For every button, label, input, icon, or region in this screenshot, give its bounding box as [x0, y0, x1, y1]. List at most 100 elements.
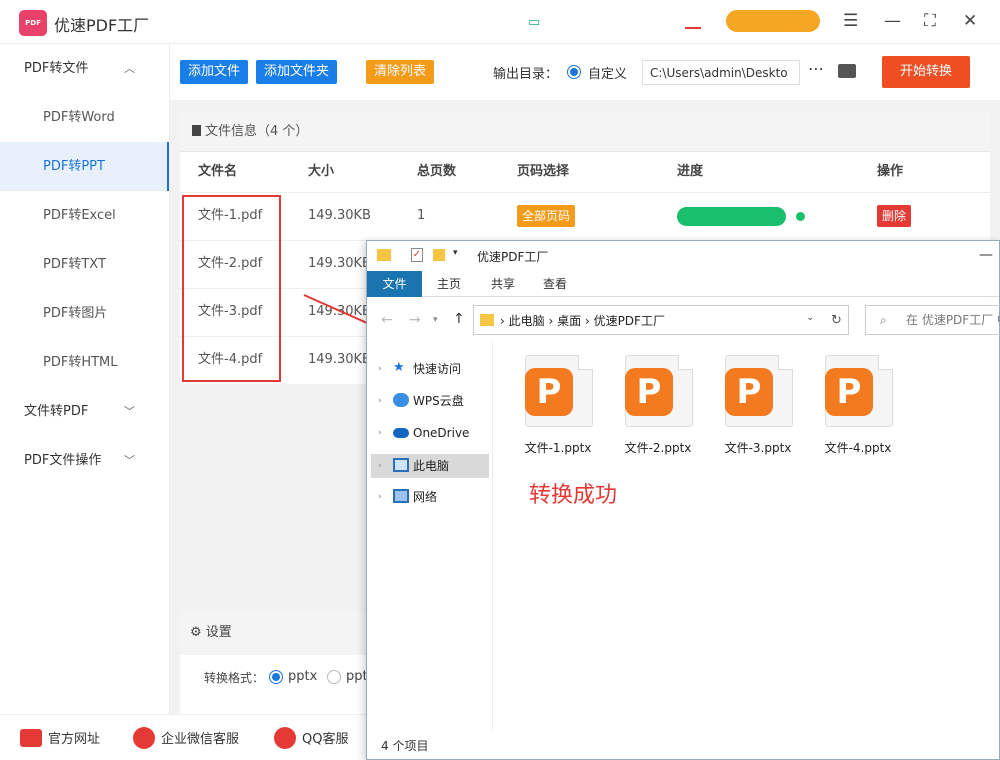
properties-icon[interactable]: ✓ [411, 248, 423, 262]
sidebar-item-pdf-to-excel[interactable]: PDF转Excel [0, 191, 169, 240]
wechat-support-link[interactable]: 企业微信客服 [161, 728, 239, 747]
custom-dir-label: 自定义 [588, 67, 628, 82]
quick-access-dropdown-icon[interactable]: ▾ [453, 248, 458, 258]
nav-arrow-icon: › [548, 314, 558, 328]
network-icon [393, 489, 409, 503]
add-file-button[interactable]: 添加文件 [180, 60, 249, 84]
format-radio-ppt[interactable] [327, 670, 341, 684]
nav-arrow-icon: › [584, 314, 594, 328]
explorer-title-bar: ✓ ▾ 优速PDF工厂 — [367, 241, 999, 271]
add-folder-button[interactable]: 添加文件夹 [256, 60, 338, 84]
file-size: 149.30KB [308, 208, 371, 223]
sidebar-item-pdf-to-image[interactable]: PDF转图片 [0, 289, 169, 338]
star-icon: ★ [393, 360, 405, 375]
delete-button[interactable]: 删除 [877, 205, 912, 227]
sidebar-item-pdf-to-html[interactable]: PDF转HTML [0, 338, 169, 387]
settings-panel: ⚙ 设置 转换格式： pptx ppt [180, 611, 370, 714]
nav-arrow-icon: › [500, 314, 509, 328]
search-input[interactable]: ⌕ 在 优速PDF工厂 中 [865, 305, 1000, 335]
expand-arrow-icon: › [378, 428, 382, 438]
col-header-name: 文件名 [198, 164, 238, 179]
folder-icon[interactable] [838, 64, 856, 78]
vip-icon[interactable]: ▭ [528, 13, 540, 33]
col-header-action: 操作 [877, 164, 904, 179]
sidebar-group-pdf-operations[interactable]: PDF文件操作 ﹀ [0, 436, 169, 485]
address-dropdown-icon[interactable]: ⌄ [806, 312, 814, 323]
file-item[interactable]: P 文件-3.pptx [713, 353, 803, 463]
folder-icon [377, 249, 391, 261]
refresh-icon[interactable]: ↻ [825, 305, 849, 335]
explorer-minimize-icon[interactable]: — [979, 247, 993, 263]
nav-this-pc[interactable]: › 此电脑 [371, 454, 489, 478]
sidebar-item-pdf-to-word[interactable]: PDF转Word [0, 93, 169, 142]
breadcrumb-this-pc[interactable]: 此电脑 [509, 314, 545, 328]
nav-quick-access[interactable]: › ★ 快速访问 [371, 357, 489, 381]
file-name: 文件-2.pptx [624, 441, 692, 455]
clear-list-button[interactable]: 清除列表 [366, 60, 435, 84]
chevron-down-icon: ﹀ [124, 405, 135, 418]
nav-network[interactable]: › 网络 [371, 485, 489, 509]
check-icon [796, 212, 805, 221]
file-item[interactable]: P 文件-1.pptx [513, 353, 603, 463]
tab-file[interactable]: 文件 [367, 271, 422, 297]
maximize-icon[interactable]: ⛶ [924, 11, 936, 31]
file-name: 文件-1.pptx [524, 441, 592, 455]
start-convert-button[interactable]: 开始转换 [882, 56, 970, 88]
format-radio-pptx[interactable] [269, 670, 283, 684]
qq-support-link[interactable]: QQ客服 [302, 728, 348, 747]
ppt-logo-icon: P [725, 368, 773, 416]
page-count: 1 [417, 208, 426, 223]
more-icon[interactable]: ⋯ [808, 59, 824, 78]
format-option-ppt: ppt [346, 669, 368, 684]
tab-home[interactable]: 主页 [427, 271, 471, 297]
output-path-input[interactable] [642, 60, 800, 85]
col-header-progress: 进度 [677, 164, 704, 179]
tab-view[interactable]: 查看 [533, 271, 577, 297]
upgrade-pill[interactable] [726, 10, 820, 32]
toolbar: 添加文件 添加文件夹 清除列表 输出目录： 自定义 ⋯ 开始转换 [170, 44, 1000, 100]
expand-arrow-icon: › [378, 461, 382, 471]
settings-title: 设置 [205, 625, 232, 640]
sidebar-group-pdf-to-file[interactable]: PDF转文件 ︿ [0, 44, 169, 93]
wps-cloud-icon [393, 393, 409, 407]
pptx-file-icon: P [525, 355, 593, 427]
format-label: 转换格式： [204, 671, 265, 685]
qq-icon [274, 727, 296, 749]
sidebar-item-pdf-to-txt[interactable]: PDF转TXT [0, 240, 169, 289]
recent-locations-icon[interactable]: ▾ [433, 315, 438, 325]
nav-label: 网络 [413, 490, 438, 504]
pptx-file-icon: P [625, 355, 693, 427]
title-bar: PDF 优速PDF工厂 ▭ ☰ — ⛶ ✕ [0, 0, 1000, 44]
page-select-button[interactable]: 全部页码 [517, 205, 576, 227]
forward-arrow-icon[interactable]: → [409, 312, 421, 328]
website-link[interactable]: 官方网址 [48, 728, 100, 747]
file-item[interactable]: P 文件-4.pptx [813, 353, 903, 463]
new-folder-icon[interactable] [433, 249, 445, 261]
breadcrumb-desktop[interactable]: 桌面 [557, 314, 581, 328]
status-bar-count: 4 个项目 [381, 739, 429, 753]
breadcrumb-folder[interactable]: 优速PDF工厂 [594, 314, 665, 328]
nav-onedrive[interactable]: › OneDrive [371, 421, 489, 445]
table-row[interactable]: 文件-1.pdf 149.30KB 1 全部页码 删除 [180, 192, 990, 240]
pptx-file-icon: P [725, 355, 793, 427]
close-icon[interactable]: ✕ [963, 11, 977, 31]
custom-dir-radio[interactable] [567, 65, 581, 79]
minimize-icon[interactable]: — [884, 11, 901, 31]
output-dir-label: 输出目录： [493, 67, 559, 82]
col-header-page-select: 页码选择 [517, 164, 570, 179]
menu-icon[interactable]: ☰ [843, 11, 858, 31]
nav-wps-cloud[interactable]: › WPS云盘 [371, 389, 489, 413]
up-arrow-icon[interactable]: ↑ [453, 311, 465, 327]
file-item[interactable]: P 文件-2.pptx [613, 353, 703, 463]
user-icon[interactable] [685, 13, 701, 29]
tab-share[interactable]: 共享 [481, 271, 525, 297]
col-header-pages: 总页数 [417, 164, 457, 179]
address-bar[interactable]: › 此电脑 › 桌面 › 优速PDF工厂 ⌄ [473, 305, 849, 335]
back-arrow-icon[interactable]: ← [381, 312, 393, 328]
ppt-logo-icon: P [525, 368, 573, 416]
app-logo-icon: PDF [19, 10, 47, 36]
website-icon [20, 729, 42, 747]
app-title: 优速PDF工厂 [54, 16, 150, 35]
sidebar-item-pdf-to-ppt[interactable]: PDF转PPT [0, 142, 169, 191]
sidebar-group-file-to-pdf[interactable]: 文件转PDF ﹀ [0, 387, 169, 436]
